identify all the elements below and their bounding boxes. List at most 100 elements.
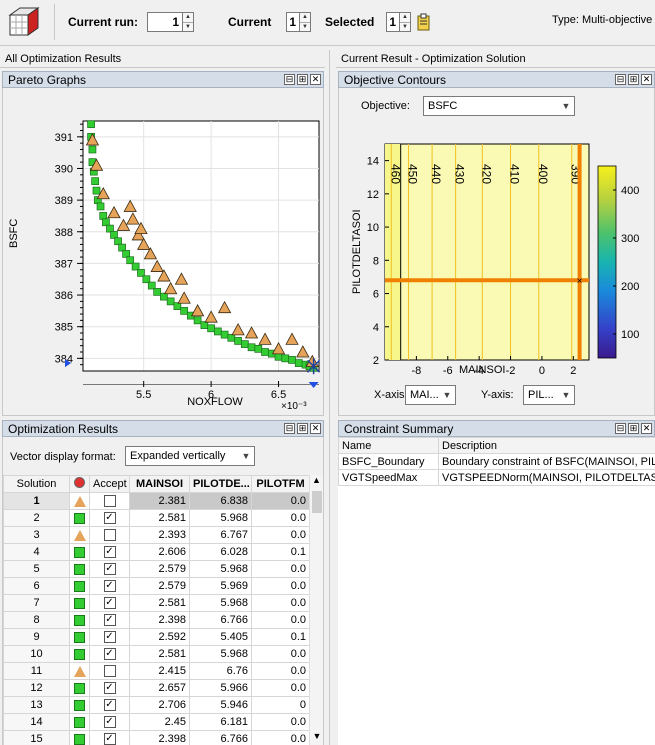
pareto-point-square[interactable] [114,237,122,246]
current-run-value[interactable]: 1 [147,12,183,32]
checkbox-checked-icon[interactable]: ✓ [103,699,116,712]
checkbox-unchecked-icon[interactable] [103,495,116,508]
pareto-point-square[interactable] [99,212,108,220]
current-spinner[interactable]: 1 ▲ ▼ [286,12,311,32]
vector-format-dropdown[interactable]: Expanded vertically ▼ [125,446,255,466]
contour-chart[interactable]: 460 450 440 430 420 410 400 390×-8 -6 -4 -2 0 224681… [339,122,655,392]
selected-value[interactable]: 1 [386,12,400,32]
current-arrows[interactable]: ▲ ▼ [300,12,311,32]
pareto-point-square[interactable] [147,281,156,290]
table-row[interactable]: VGTSpeedMax VGTSPEEDNorm(MAINSOI, PILOTD… [338,469,655,486]
maximize-icon[interactable]: ⊞ [628,423,639,434]
column-header-marker[interactable] [69,475,90,493]
undock-icon[interactable]: ⊟ [284,74,295,85]
checkbox-checked-icon[interactable]: ✓ [103,682,116,695]
pareto-point-square[interactable] [122,250,131,258]
pareto-point-square[interactable] [200,321,209,329]
results-scrollbar[interactable]: ▲ ▼ [309,475,323,745]
table-row[interactable]: 13 ✓ 2.706 5.946 0 [3,696,310,714]
table-row[interactable]: 2 ✓ 2.581 5.968 0.0 [3,509,310,527]
checkbox-checked-icon[interactable]: ✓ [103,631,116,644]
current-value[interactable]: 1 [286,12,300,32]
checkbox-checked-icon[interactable]: ✓ [103,597,116,610]
table-row[interactable]: 4 ✓ 2.606 6.028 0.1 [3,543,310,561]
table-row[interactable]: 5 ✓ 2.579 5.968 0.0 [3,560,310,578]
undock-icon[interactable]: ⊟ [284,423,295,434]
checkbox-checked-icon[interactable]: ✓ [103,580,116,593]
pareto-point-square[interactable] [288,356,296,364]
checkbox-checked-icon[interactable]: ✓ [103,563,116,576]
pareto-point-square[interactable] [87,120,95,129]
table-row[interactable]: 8 ✓ 2.398 6.766 0.0 [3,611,310,629]
column-header-accept[interactable]: Accept [89,475,130,493]
column-header-name[interactable]: Name [338,437,439,454]
spin-down-icon[interactable]: ▼ [183,23,193,32]
pareto-point-square[interactable] [240,340,249,348]
maximize-icon[interactable]: ⊞ [628,74,639,85]
pareto-point-square[interactable] [137,269,145,277]
close-icon[interactable]: ✕ [310,74,321,85]
pareto-point-square[interactable] [193,316,202,325]
close-icon[interactable]: ✕ [641,74,652,85]
pareto-point-square[interactable] [254,344,263,353]
table-row[interactable]: 14 ✓ 2.45 6.181 0.0 [3,713,310,731]
checkbox-unchecked-icon[interactable] [103,529,116,542]
scrollbar-thumb[interactable] [312,491,322,513]
objective-dropdown[interactable]: BSFC ▼ [423,96,575,116]
checkbox-checked-icon[interactable]: ✓ [103,648,116,661]
table-row[interactable]: 12 ✓ 2.657 5.966 0.0 [3,679,310,697]
table-row[interactable]: 6 ✓ 2.579 5.969 0.0 [3,577,310,595]
table-row[interactable]: 1 2.381 6.838 0.0 [3,492,310,510]
pareto-point-square[interactable] [261,348,269,356]
pareto-point-square[interactable] [102,218,110,227]
pareto-point-square[interactable] [118,243,126,252]
column-header-pilotfm[interactable]: PILOTFM [251,475,310,493]
pareto-point-square[interactable] [110,231,118,239]
scroll-up-icon[interactable]: ▲ [310,475,323,489]
spin-down-icon[interactable]: ▼ [300,23,310,32]
table-row[interactable]: BSFC_Boundary Boundary constraint of BSF… [338,453,655,470]
xaxis-dropdown[interactable]: MAI... ▼ [405,385,456,405]
spin-down-icon[interactable]: ▼ [400,23,410,32]
pareto-point-square[interactable] [281,354,290,363]
pareto-point-square[interactable] [126,256,135,265]
maximize-icon[interactable]: ⊞ [297,74,308,85]
maximize-icon[interactable]: ⊞ [297,423,308,434]
pareto-point-square[interactable] [227,333,236,342]
table-row[interactable]: 7 ✓ 2.581 5.968 0.0 [3,594,310,612]
checkbox-checked-icon[interactable]: ✓ [103,716,116,729]
pareto-point-square[interactable] [96,202,105,211]
pareto-point-square[interactable] [247,343,256,352]
column-header-description[interactable]: Description [438,437,655,454]
table-row[interactable]: 9 ✓ 2.592 5.405 0.1 [3,628,310,646]
pareto-point-square[interactable] [153,288,162,296]
pareto-point-square[interactable] [180,307,188,315]
table-row[interactable]: 11 2.415 6.76 0.0 [3,662,310,680]
column-header-mainsoi[interactable]: MAINSOI [129,475,190,493]
undock-icon[interactable]: ⊟ [615,74,626,85]
checkbox-checked-icon[interactable]: ✓ [103,546,116,559]
close-icon[interactable]: ✕ [310,423,321,434]
pareto-point-square[interactable] [142,275,151,284]
checkbox-checked-icon[interactable]: ✓ [103,614,116,627]
table-row[interactable]: 3 2.393 6.767 0.0 [3,526,310,544]
pareto-chart[interactable]: 3843853863873883893903915.5 6 6.5 [3,88,323,416]
close-icon[interactable]: ✕ [641,423,652,434]
column-header-pilotde[interactable]: PILOTDE... [189,475,252,493]
checkbox-checked-icon[interactable]: ✓ [103,512,116,525]
spin-up-icon[interactable]: ▲ [183,13,193,23]
checkbox-checked-icon[interactable]: ✓ [103,733,116,745]
cube-view-icon[interactable] [6,5,42,39]
pareto-point-square[interactable] [106,224,114,233]
current-run-arrows[interactable]: ▲ ▼ [183,12,194,32]
pareto-point-square[interactable] [220,330,229,339]
pareto-point-square[interactable] [274,352,283,361]
pareto-point-square[interactable] [131,262,140,271]
pareto-point-square[interactable] [91,177,99,185]
pareto-point-square[interactable] [207,324,215,333]
selected-arrows[interactable]: ▲ ▼ [400,12,411,32]
pareto-point-square[interactable] [234,337,242,345]
checkbox-unchecked-icon[interactable] [103,665,116,678]
pareto-point-square[interactable] [214,327,222,336]
clipboard-icon[interactable] [416,12,432,32]
